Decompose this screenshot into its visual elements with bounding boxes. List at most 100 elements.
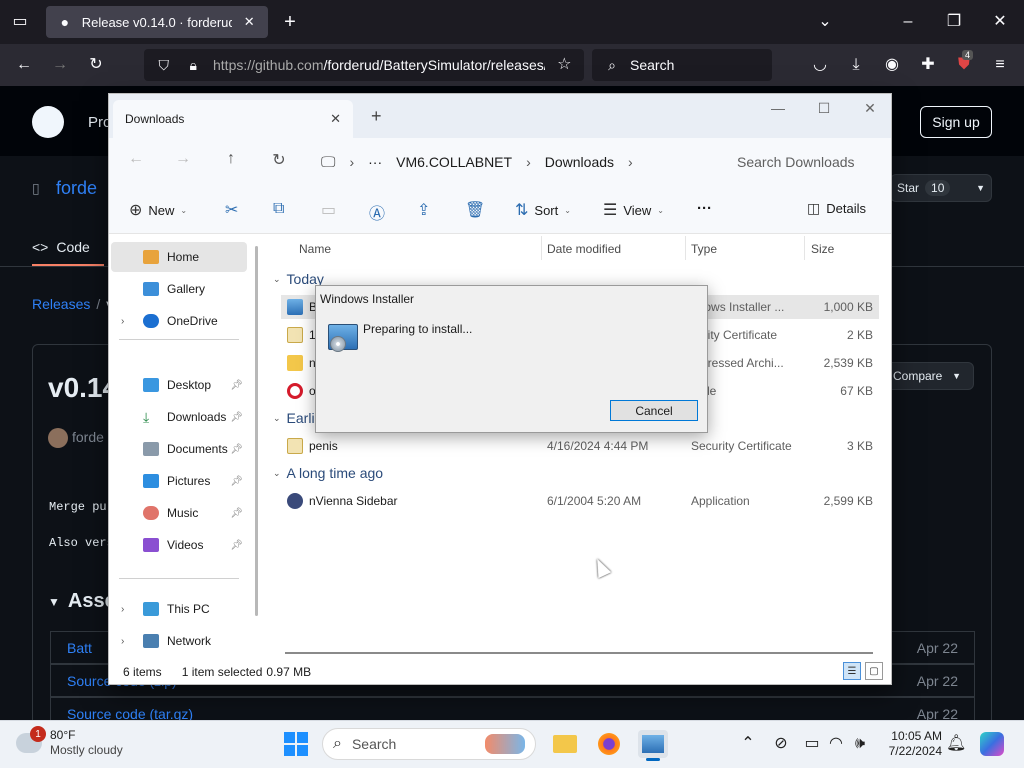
extensions-icon[interactable]: ✚ bbox=[918, 55, 938, 75]
column-header-date[interactable]: Date modified bbox=[547, 242, 621, 256]
tiles-view-icon[interactable]: ▢ bbox=[865, 662, 883, 680]
firefox-taskbar-icon[interactable] bbox=[594, 730, 624, 758]
tab-list-icon[interactable]: ▭ bbox=[10, 12, 30, 32]
chevron-right-icon[interactable]: › bbox=[121, 604, 124, 615]
sidebar-item-network[interactable]: › Network bbox=[119, 626, 247, 656]
assets-heading[interactable]: ▼ Asse bbox=[48, 590, 116, 613]
taskbar-search[interactable]: ⌕ Search bbox=[322, 728, 536, 760]
address-bar[interactable]: 🖵︎ › ··· VM6.COLLABNET › Downloads › bbox=[311, 144, 719, 180]
bookmark-star-icon[interactable]: ☆ bbox=[555, 55, 575, 75]
details-view-icon[interactable]: ☰ bbox=[843, 662, 861, 680]
sidebar-item-documents[interactable]: Documents 📌︎ bbox=[119, 434, 247, 464]
column-header-size[interactable]: Size bbox=[811, 242, 834, 256]
copy-button[interactable]: ⧉ bbox=[273, 200, 284, 218]
pin-icon[interactable]: 📌︎ bbox=[230, 508, 243, 519]
sidebar-item-music[interactable]: Music 📌︎ bbox=[119, 498, 247, 528]
minimize-icon[interactable]: — bbox=[755, 100, 801, 116]
forward-icon[interactable]: → bbox=[50, 55, 70, 75]
address-more[interactable]: ··· bbox=[368, 154, 382, 170]
shield-icon[interactable]: ⛉ bbox=[154, 55, 174, 75]
new-button[interactable]: ⊕ New ⌄ bbox=[129, 200, 187, 220]
file-row[interactable]: penis 4/16/2024 4:44 PM Security Certifi… bbox=[281, 434, 879, 458]
menu-icon[interactable]: ≡ bbox=[990, 55, 1010, 75]
rename-button[interactable]: Ⓐ bbox=[369, 200, 385, 224]
sidebar-item-pictures[interactable]: Pictures 📌︎ bbox=[119, 466, 247, 496]
cut-button[interactable]: ✂ bbox=[225, 200, 238, 220]
group-header-earlier[interactable]: ⌄ Earli bbox=[273, 410, 315, 426]
column-divider[interactable] bbox=[685, 236, 686, 260]
back-icon[interactable]: ← bbox=[14, 55, 34, 75]
view-button[interactable]: ☰ View ⌄ bbox=[603, 200, 664, 220]
details-button[interactable]: ◫ Details bbox=[807, 200, 866, 217]
breadcrumb-releases[interactable]: Releases bbox=[32, 296, 90, 312]
close-tab-icon[interactable]: ✕ bbox=[330, 111, 341, 127]
browser-tab[interactable]: ● Release v0.14.0 · forderud/BatterySimu… bbox=[46, 6, 268, 38]
file-explorer-taskbar-icon[interactable] bbox=[550, 730, 580, 758]
url-bar[interactable]: ⛉ 🔒︎ https://github.com/forderud/Battery… bbox=[144, 49, 584, 81]
forward-icon[interactable]: → bbox=[171, 150, 195, 168]
installer-taskbar-icon[interactable] bbox=[638, 730, 668, 758]
sidebar-item-downloads[interactable]: ⤓ Downloads 📌︎ bbox=[119, 402, 247, 432]
browser-search-bar[interactable]: ⌕ Search bbox=[592, 49, 772, 81]
compare-button[interactable]: Compare ▼ bbox=[880, 362, 974, 390]
close-tab-icon[interactable]: ✕ bbox=[240, 12, 258, 32]
notification-bell-icon[interactable]: 🔔︎ bbox=[946, 734, 966, 754]
chevron-right-icon[interactable]: › bbox=[121, 636, 124, 647]
paste-button[interactable]: ▭ bbox=[321, 200, 336, 220]
pin-icon[interactable]: 📌︎ bbox=[230, 380, 243, 391]
delete-button[interactable]: 🗑︎ bbox=[465, 200, 485, 220]
close-window-icon[interactable]: ✕ bbox=[847, 100, 893, 117]
column-divider[interactable] bbox=[541, 236, 542, 260]
sort-button[interactable]: ⇅ Sort ⌄ bbox=[515, 200, 571, 220]
chevron-up-icon[interactable]: ⌃ bbox=[738, 734, 758, 754]
avatar[interactable] bbox=[48, 428, 68, 448]
explorer-tab[interactable]: Downloads ✕ bbox=[113, 100, 353, 138]
sidebar-scrollbar[interactable] bbox=[255, 246, 258, 616]
address-crumb-computer[interactable]: VM6.COLLABNET bbox=[396, 154, 512, 170]
clock[interactable]: 10:05 AM 7/22/2024 bbox=[850, 729, 942, 759]
sidebar-item-desktop[interactable]: Desktop 📌︎ bbox=[119, 370, 247, 400]
lock-icon[interactable]: 🔒︎ bbox=[184, 55, 204, 75]
column-header-type[interactable]: Type bbox=[691, 242, 717, 256]
reload-icon[interactable]: ↻ bbox=[86, 55, 106, 75]
wifi-icon[interactable]: ◠ bbox=[826, 734, 846, 754]
signup-button[interactable]: Sign up bbox=[920, 106, 992, 138]
sidebar-item-videos[interactable]: Videos 📌︎ bbox=[119, 530, 247, 560]
up-icon[interactable]: ↑ bbox=[219, 150, 243, 168]
sidebar-item-home[interactable]: Home bbox=[111, 242, 247, 272]
new-tab-icon[interactable]: + bbox=[371, 106, 382, 127]
downloads-icon[interactable]: ⤓ bbox=[846, 55, 866, 75]
minimize-icon[interactable]: – bbox=[898, 12, 918, 32]
pin-icon[interactable]: 📌︎ bbox=[230, 476, 243, 487]
tab-code[interactable]: <> Code bbox=[32, 230, 104, 266]
copilot-icon[interactable] bbox=[980, 732, 1004, 756]
horizontal-scrollbar[interactable] bbox=[285, 652, 873, 654]
refresh-icon[interactable]: ↻ bbox=[267, 150, 291, 170]
release-author[interactable]: forde bbox=[72, 429, 104, 445]
file-row[interactable]: nVienna Sidebar 6/1/2004 5:20 AM Applica… bbox=[281, 489, 879, 513]
chevron-down-icon[interactable]: ⌄ bbox=[815, 12, 835, 32]
address-crumb-downloads[interactable]: Downloads bbox=[545, 154, 614, 170]
repo-owner-link[interactable]: forde bbox=[56, 178, 97, 199]
chevron-right-icon[interactable]: › bbox=[121, 316, 124, 327]
asset-name[interactable]: Batt bbox=[67, 640, 92, 656]
display-icon[interactable]: ▭ bbox=[802, 734, 822, 754]
close-window-icon[interactable]: ✕ bbox=[990, 12, 1010, 32]
column-divider[interactable] bbox=[804, 236, 805, 260]
maximize-icon[interactable]: ☐ bbox=[801, 100, 847, 117]
share-button[interactable]: ⇪ bbox=[417, 200, 430, 220]
pocket-icon[interactable]: ◡ bbox=[810, 55, 830, 75]
account-icon[interactable]: ◉ bbox=[882, 55, 902, 75]
sidebar-item-onedrive[interactable]: › OneDrive bbox=[119, 306, 247, 336]
star-button[interactable]: Star 10 ▼ bbox=[890, 174, 992, 202]
restore-icon[interactable]: ❐ bbox=[944, 12, 964, 32]
cancel-button[interactable]: Cancel bbox=[610, 400, 698, 421]
pin-icon[interactable]: 📌︎ bbox=[230, 540, 243, 551]
more-options-button[interactable]: ··· bbox=[697, 200, 712, 217]
pin-icon[interactable]: 📌︎ bbox=[230, 444, 243, 455]
new-tab-icon[interactable]: + bbox=[280, 12, 300, 32]
search-downloads-input[interactable]: Search Downloads bbox=[723, 144, 889, 180]
column-header-name[interactable]: Name bbox=[299, 242, 331, 256]
github-logo-icon[interactable] bbox=[32, 106, 64, 138]
pin-icon[interactable]: 📌︎ bbox=[230, 412, 243, 423]
